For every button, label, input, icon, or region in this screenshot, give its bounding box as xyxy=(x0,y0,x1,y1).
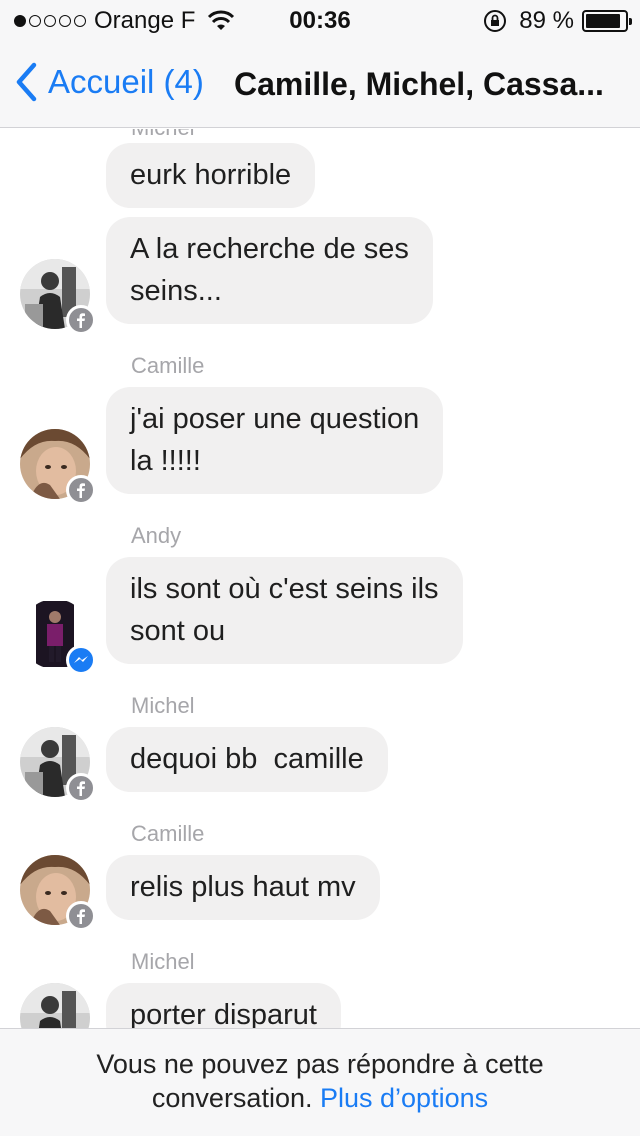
status-right: 89 % xyxy=(483,7,632,35)
sender-name: Michel xyxy=(131,949,195,974)
battery-percent: 89 % xyxy=(519,7,574,34)
more-options-link[interactable]: Plus d’options xyxy=(320,1083,488,1113)
facebook-icon xyxy=(66,305,96,335)
message-bubble[interactable]: porter disparut xyxy=(106,983,341,1028)
message-bubble[interactable]: dequoi bb camille xyxy=(106,727,388,792)
messenger-icon xyxy=(66,645,96,675)
message-text: A la recherche de ses xyxy=(130,233,409,265)
battery-icon xyxy=(582,10,632,32)
sender-name: Camille xyxy=(131,821,205,846)
message-list[interactable]: Michel eurk horrible A la recherche de s… xyxy=(0,129,640,1028)
rotation-lock-icon xyxy=(484,10,507,32)
avatar[interactable] xyxy=(20,983,90,1028)
back-label: Accueil (4) xyxy=(48,63,204,100)
notice-text: Vous ne pouvez pas répondre à cette xyxy=(96,1049,544,1079)
message-text: ils sont où c'est seins ils xyxy=(130,573,439,605)
notice-line-2: conversation. Plus d’options xyxy=(0,1081,640,1115)
message-bubble[interactable]: A la recherche de ses seins... xyxy=(106,217,433,324)
message-text: seins... xyxy=(130,275,222,307)
navigation-bar: Accueil (4) Camille, Michel, Cassa... xyxy=(0,40,640,128)
message-text: relis plus haut mv xyxy=(130,871,356,903)
sender-name: Michel xyxy=(131,129,195,141)
composer-disabled-notice: Vous ne pouvez pas répondre à cette conv… xyxy=(0,1028,640,1136)
message-text: eurk horrible xyxy=(130,159,292,191)
facebook-icon xyxy=(66,773,96,803)
message-text: porter disparut xyxy=(130,999,317,1028)
sender-name: Michel xyxy=(131,693,195,718)
sender-name: Andy xyxy=(131,523,182,548)
message-bubble[interactable]: eurk horrible xyxy=(106,143,316,208)
sender-name: Camille xyxy=(131,353,205,378)
message-bubble[interactable]: j'ai poser une question la !!!!! xyxy=(106,387,444,494)
message-text: j'ai poser une question xyxy=(130,403,420,435)
conversation-title[interactable]: Camille, Michel, Cassa... xyxy=(234,66,630,103)
chevron-left-icon xyxy=(16,62,37,102)
status-bar: Orange F 00:36 89 % xyxy=(0,0,640,40)
message-text: dequoi bb camille xyxy=(130,743,364,775)
notice-text-2: conversation. xyxy=(151,1083,313,1113)
facebook-icon xyxy=(66,901,96,931)
message-text: sont ou xyxy=(130,615,226,647)
back-button[interactable]: Accueil (4) xyxy=(14,62,204,102)
facebook-icon xyxy=(66,475,96,505)
message-bubble[interactable]: ils sont où c'est seins ils sont ou xyxy=(106,557,463,664)
message-text: la !!!!! xyxy=(130,445,201,477)
message-bubble[interactable]: relis plus haut mv xyxy=(106,855,380,920)
